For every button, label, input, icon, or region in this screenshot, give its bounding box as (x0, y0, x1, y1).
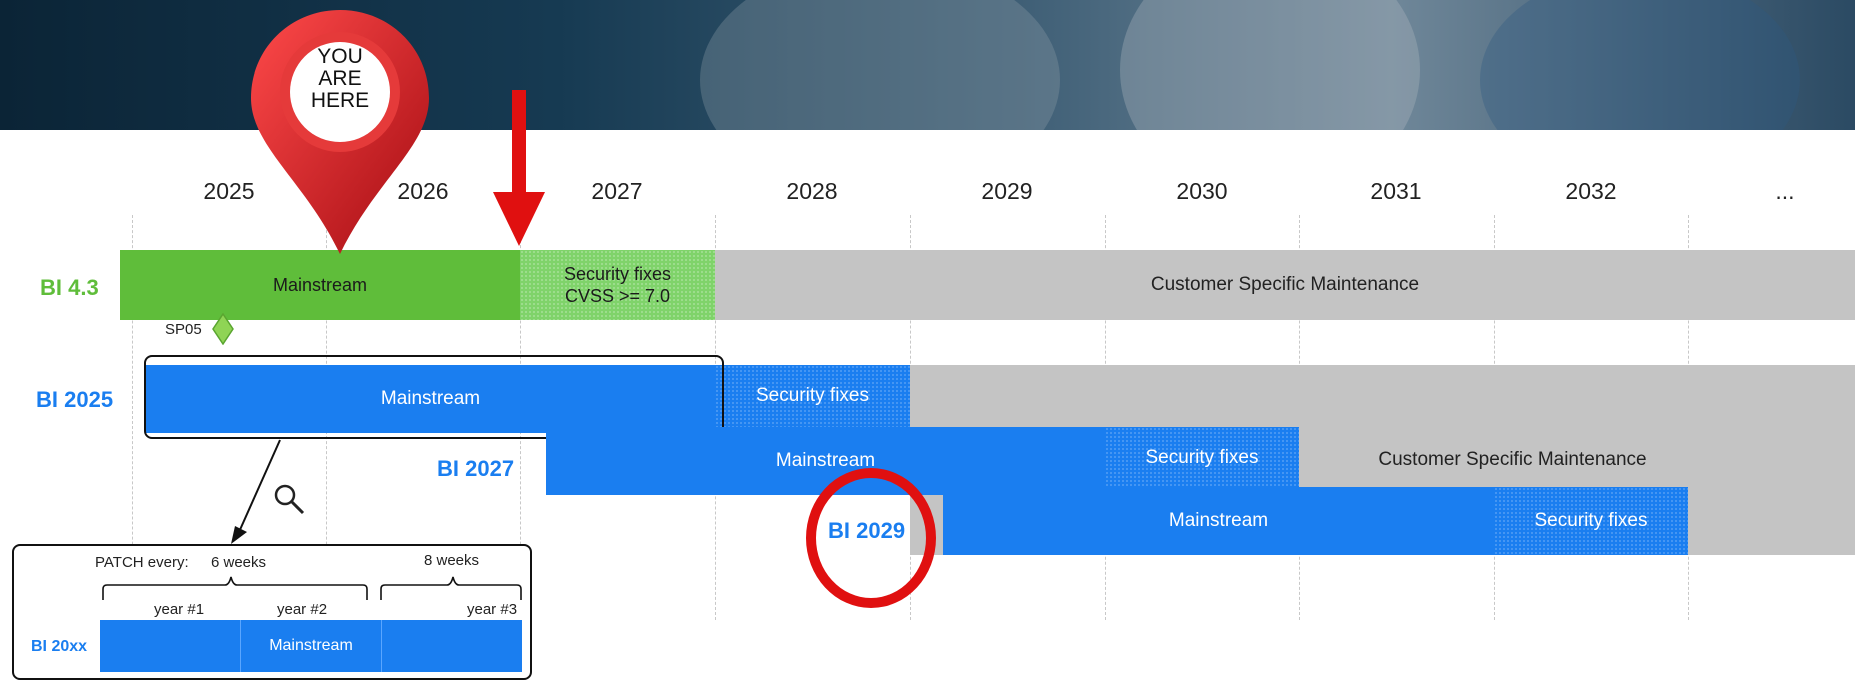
row-label-bi2025: BI 2025 (36, 387, 114, 412)
pin-label-line: HERE (310, 89, 370, 112)
bi2027-mainstream-bar: Mainstream (546, 427, 1105, 495)
milestone-label: SP05 (165, 321, 202, 338)
year-label: 2032 (1565, 178, 1617, 204)
milestone-diamond-icon (212, 313, 234, 345)
year-label: 2027 (591, 178, 643, 204)
year-label: 2031 (1370, 178, 1422, 204)
detail-divider (381, 620, 382, 672)
bi2027-security-bar: Security fixes (1105, 427, 1299, 489)
detail-interval-6w: 6 weeks (211, 554, 267, 571)
row-label-bi2027: BI 2027 (437, 456, 515, 481)
bi2029-security-bar: Security fixes (1494, 487, 1688, 555)
detail-year3: year #3 (467, 601, 518, 618)
bi2029-mainstream-bar: Mainstream (943, 487, 1494, 555)
detail-interval-8w: 8 weeks (424, 552, 480, 569)
pin-label-line: YOU (317, 45, 363, 68)
magnifier-icon (274, 484, 305, 515)
detail-mainstream-bar: Mainstream (100, 620, 522, 672)
year-label: 2030 (1176, 178, 1228, 204)
detail-row-label: BI 20xx (31, 638, 88, 655)
pin-label: YOU ARE HERE (300, 46, 380, 112)
year-label: 2028 (786, 178, 838, 204)
detail-patch-label: PATCH every: (95, 554, 189, 571)
pin-label-line: ARE (318, 67, 362, 90)
detail-divider (240, 620, 241, 672)
year-label: ... (1775, 178, 1795, 204)
hero-shape (1480, 0, 1800, 130)
location-pin-icon (251, 10, 429, 254)
year-label: 2029 (981, 178, 1033, 204)
hero-shape (1120, 0, 1420, 130)
hero-shape (700, 0, 1060, 130)
bi2029-red-circle (806, 468, 936, 608)
bi2025-security-bar: Security fixes (715, 365, 910, 427)
bi43-security-title: Security fixes (563, 264, 672, 284)
detail-year2: year #2 (277, 601, 328, 618)
red-down-arrow-icon (493, 90, 545, 246)
row-label-bi43: BI 4.3 (40, 275, 99, 300)
bi43-security-bar: Security fixes CVSS >= 7.0 (520, 250, 715, 320)
detail-brackets (102, 576, 522, 600)
bi43-security-cvss: CVSS >= 7.0 (564, 286, 671, 306)
bi43-mainstream-bar: Mainstream (120, 250, 520, 320)
detail-year1: year #1 (154, 601, 205, 618)
bi43-csm-bar: Customer Specific Maintenance (715, 250, 1855, 320)
